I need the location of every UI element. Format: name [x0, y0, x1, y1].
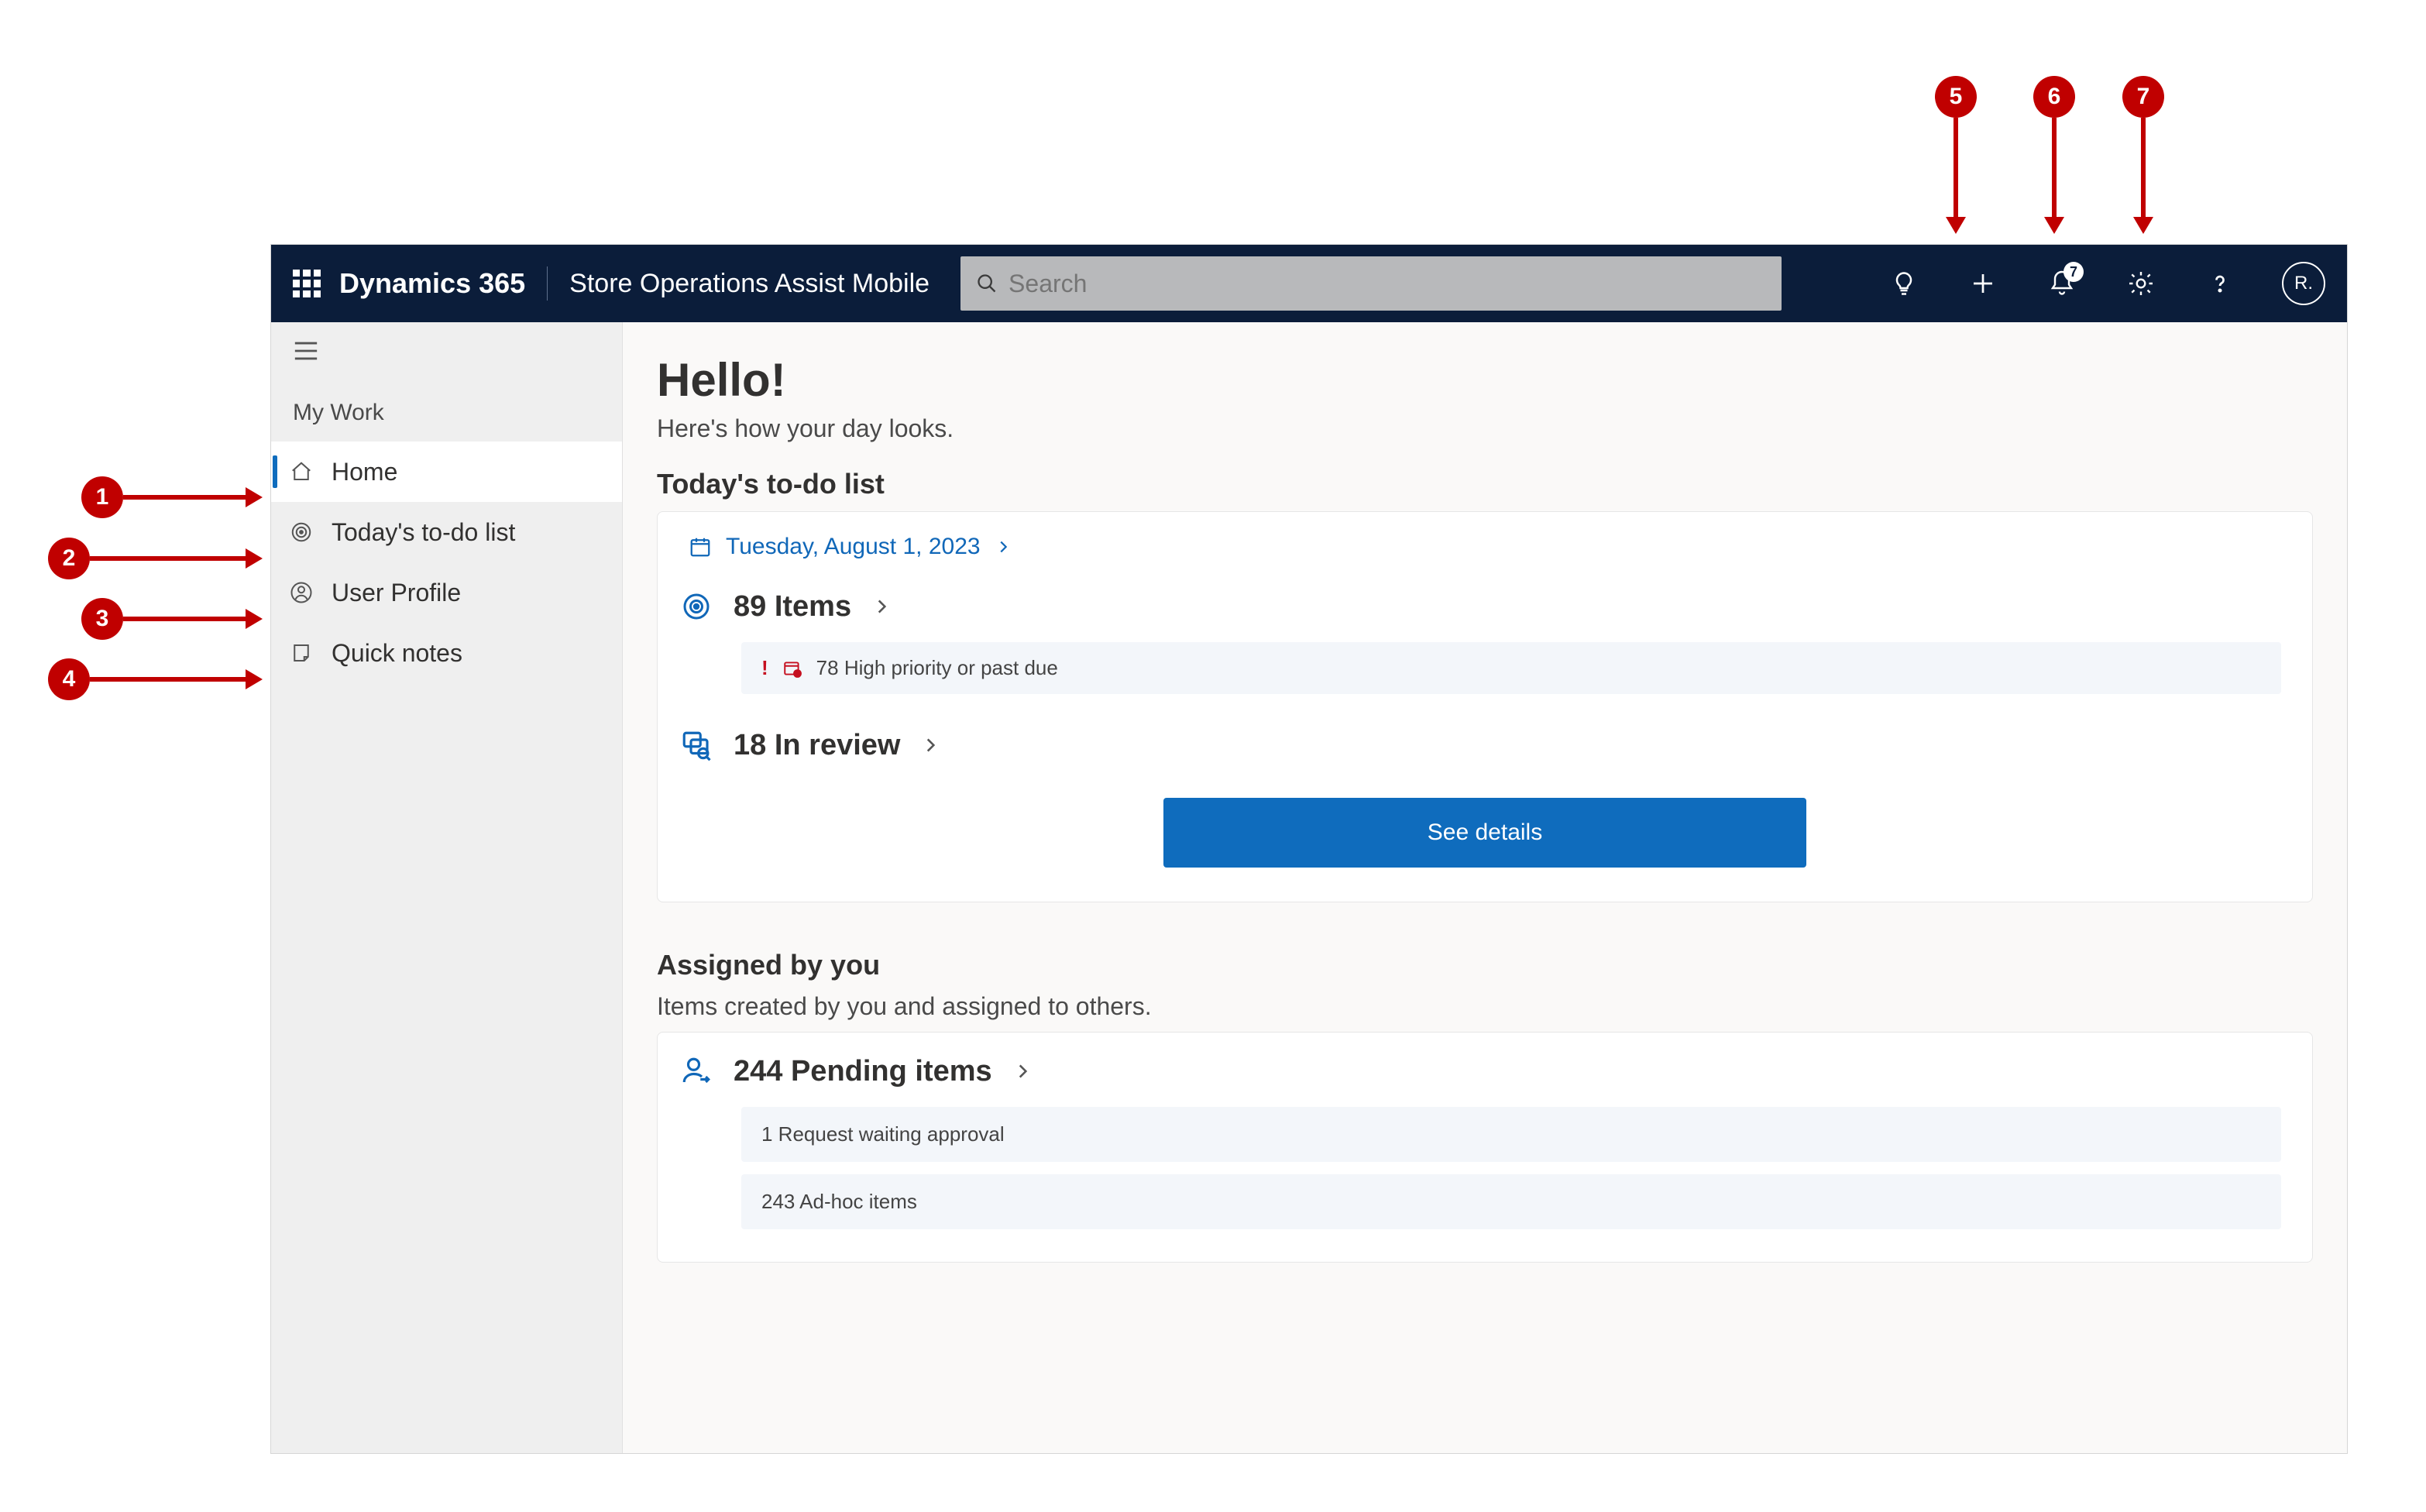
brand-title: Dynamics 365 [339, 267, 547, 300]
alert-icon: ! [761, 656, 768, 680]
sidebar-item-todo[interactable]: Today's to-do list [271, 502, 622, 562]
bullseye-icon [679, 589, 713, 624]
in-review-count: 18 In review [734, 729, 900, 762]
sidebar-item-profile[interactable]: User Profile [271, 562, 622, 623]
calendar-icon [689, 535, 712, 558]
assigned-section-subtitle: Items created by you and assigned to oth… [657, 992, 2313, 1021]
header-bar: Dynamics 365 Store Operations Assist Mob… [271, 245, 2347, 322]
sidebar-item-home[interactable]: Home [271, 442, 622, 502]
annotation-7: 7 [2122, 76, 2164, 118]
search-input-wrapper[interactable] [960, 256, 1782, 311]
pending-items-row[interactable]: 244 Pending items [658, 1033, 2312, 1102]
adhoc-bar: 243 Ad-hoc items [741, 1174, 2281, 1229]
review-icon [679, 728, 713, 762]
todo-items-row[interactable]: 89 Items [658, 576, 2312, 637]
sidebar-item-label: User Profile [332, 579, 461, 607]
adhoc-text: 243 Ad-hoc items [761, 1190, 917, 1214]
see-details-button[interactable]: See details [1163, 798, 1806, 868]
calendar-alert-icon [782, 658, 802, 679]
todo-date-row[interactable]: Tuesday, August 1, 2023 [658, 512, 2312, 576]
page-greeting: Hello! [657, 353, 2313, 407]
sidebar-toggle[interactable] [271, 322, 622, 369]
chevron-right-icon [995, 538, 1012, 555]
home-icon [288, 459, 314, 485]
chevron-right-icon [871, 596, 892, 617]
sidebar-item-notes[interactable]: Quick notes [271, 623, 622, 683]
chevron-right-icon [1012, 1061, 1033, 1081]
in-review-row[interactable]: 18 In review [658, 710, 2312, 776]
search-input[interactable] [1009, 270, 1766, 298]
annotation-6: 6 [2033, 76, 2075, 118]
main-content: Hello! Here's how your day looks. Today'… [623, 322, 2347, 1453]
target-icon [288, 519, 314, 545]
chevron-right-icon [920, 735, 940, 755]
add-icon[interactable] [1966, 266, 2000, 301]
annotation-1: 1 [81, 476, 123, 518]
todo-section-title: Today's to-do list [657, 468, 2313, 500]
settings-icon[interactable] [2124, 266, 2158, 301]
approval-bar: 1 Request waiting approval [741, 1107, 2281, 1162]
todo-items-count: 89 Items [734, 590, 851, 624]
priority-alert-text: 78 High priority or past due [816, 656, 1058, 680]
sidebar-item-label: Quick notes [332, 639, 462, 668]
approval-text: 1 Request waiting approval [761, 1122, 1005, 1146]
lightbulb-icon[interactable] [1887, 266, 1921, 301]
sidebar-section-title: My Work [271, 369, 622, 442]
notifications-icon[interactable]: 7 [2045, 266, 2079, 301]
avatar[interactable]: R. [2282, 262, 2325, 305]
help-icon[interactable] [2203, 266, 2237, 301]
sidebar-item-label: Today's to-do list [332, 518, 515, 547]
search-icon [976, 273, 998, 294]
pending-items-count: 244 Pending items [734, 1055, 992, 1088]
annotation-3: 3 [81, 598, 123, 640]
header-actions: 7 R. [1887, 262, 2325, 305]
assigned-section-title: Assigned by you [657, 949, 2313, 981]
page-subgreeting: Here's how your day looks. [657, 414, 2313, 443]
notification-badge: 7 [2063, 262, 2084, 282]
annotation-2: 2 [48, 538, 90, 579]
avatar-initials: R. [2294, 273, 2313, 294]
sidebar-item-label: Home [332, 458, 397, 486]
note-icon [288, 640, 314, 666]
app-frame: Dynamics 365 Store Operations Assist Mob… [271, 245, 2347, 1453]
priority-alert-bar: ! 78 High priority or past due [741, 642, 2281, 694]
person-assign-icon [679, 1054, 713, 1088]
user-icon [288, 579, 314, 606]
sidebar: My Work Home Today's to-do list [271, 322, 623, 1453]
annotation-5: 5 [1935, 76, 1977, 118]
annotation-4: 4 [48, 658, 90, 700]
app-launcher-icon[interactable] [293, 270, 321, 297]
todo-card: Tuesday, August 1, 2023 89 Items [657, 511, 2313, 902]
app-name: Store Operations Assist Mobile [548, 269, 960, 299]
assigned-card: 244 Pending items 1 Request waiting appr… [657, 1032, 2313, 1263]
todo-date: Tuesday, August 1, 2023 [726, 534, 981, 560]
